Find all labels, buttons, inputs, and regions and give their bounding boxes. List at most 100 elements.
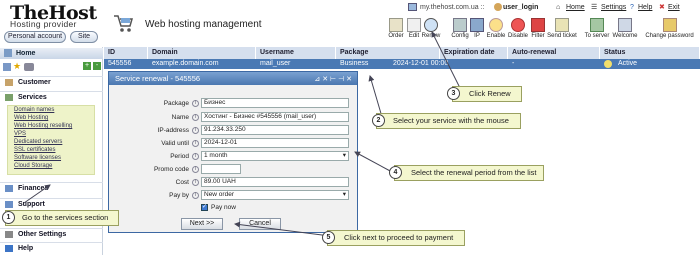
edit-icon	[407, 18, 421, 32]
step-number-2: 2	[372, 114, 385, 127]
name-label: Name	[171, 114, 189, 121]
send-ticket-button[interactable]: Send ticket	[546, 18, 578, 40]
callout-step-4: Select the renewal period from the list	[394, 165, 544, 181]
sidebar-item-finances[interactable]: Finances	[0, 182, 103, 194]
filter-button[interactable]: Filter	[530, 18, 546, 40]
ip-button[interactable]: IP	[470, 18, 484, 40]
welcome-button[interactable]: Welcome	[611, 18, 639, 40]
sidebar-item-support[interactable]: Support	[0, 198, 103, 210]
cell-username: mail_user	[256, 59, 336, 69]
column-header-id[interactable]: ID	[104, 47, 148, 59]
config-button[interactable]: Config	[450, 18, 470, 40]
renewal-dialog: Service renewal - 545556 ⊿ ✕ ⊢ ⊣ ✕ Packa…	[108, 71, 358, 233]
chevron-down-icon: ▾	[342, 152, 346, 159]
home-icon	[4, 49, 12, 57]
sidebar-item-web-hosting[interactable]: Web Hosting	[8, 114, 94, 122]
expand-icon[interactable]: +	[83, 62, 91, 70]
sidebar-item-web-hosting-reselling[interactable]: Web Hosting reselling	[8, 122, 94, 130]
renew-button[interactable]: Renew	[421, 18, 441, 40]
user-icon	[494, 3, 502, 11]
callout-step-3: Click Renew	[452, 86, 522, 102]
sidebar-item-cloud-storage[interactable]: Cloud Storage	[8, 162, 94, 170]
step-number-1: 1	[2, 211, 15, 224]
disable-icon	[511, 18, 525, 32]
enable-button[interactable]: Enable	[485, 18, 507, 40]
cell-expiration: 2024-12-01 00:00	[389, 59, 449, 69]
info-icon[interactable]: i	[192, 114, 199, 121]
welcome-icon	[618, 18, 632, 32]
support-icon	[5, 201, 13, 208]
callout-step-5: Click next to proceed to payment	[327, 230, 465, 246]
sidebar-item-dedicated-servers[interactable]: Dedicated servers	[8, 138, 94, 146]
column-header-expiration[interactable]: Expiration date	[440, 47, 508, 59]
valid-until-label: Valid until	[161, 140, 189, 147]
column-header-status[interactable]: Status	[600, 47, 700, 59]
exit-icon[interactable]: ✖	[659, 1, 665, 14]
name-field[interactable]: Хостинг - Бизнес #545556 (mail_user)	[201, 112, 349, 122]
to-server-button[interactable]: To server	[583, 18, 611, 40]
change-password-button[interactable]: Change password	[642, 18, 697, 40]
chevron-down-icon: ▾	[342, 191, 346, 198]
info-icon[interactable]: i	[192, 166, 199, 173]
info-icon[interactable]: i	[192, 179, 199, 186]
cancel-button[interactable]: Cancel	[239, 218, 281, 230]
step-number-4: 4	[389, 166, 402, 179]
cost-field[interactable]: 89.00 UAH	[201, 177, 349, 187]
config-icon	[453, 18, 467, 32]
info-icon[interactable]: i	[192, 127, 199, 134]
site-button[interactable]: Site	[70, 31, 98, 43]
disable-button[interactable]: Disable	[506, 18, 530, 40]
info-icon[interactable]: i	[192, 100, 199, 107]
package-label: Package	[163, 100, 189, 107]
sidebar-toolbar: ★ + -	[0, 61, 103, 73]
info-icon[interactable]: i	[192, 153, 199, 160]
account-user[interactable]: user_login	[503, 1, 538, 14]
pay-now-checkbox[interactable]: ✓	[201, 204, 208, 211]
sidebar-item-ssl[interactable]: SSL certificates	[8, 146, 94, 154]
column-header-domain[interactable]: Domain	[148, 47, 256, 59]
account-host: my.thehost.com.ua ::	[420, 4, 485, 11]
tagline: Hosting provider	[10, 19, 77, 29]
key-icon	[662, 18, 677, 32]
column-header-auto-renewal[interactable]: Auto-renewal	[508, 47, 600, 59]
briefcase-icon[interactable]	[24, 63, 34, 71]
sidebar-item-software-licenses[interactable]: Software licenses	[8, 154, 94, 162]
sidebar-item-vps[interactable]: VPS	[8, 130, 94, 138]
cost-label: Cost	[175, 179, 189, 186]
help-icon[interactable]: ?	[630, 1, 634, 14]
settings-icon[interactable]: ☰	[591, 1, 597, 14]
sidebar-item-help[interactable]: Help	[0, 242, 103, 254]
exit-link[interactable]: Exit	[668, 1, 680, 14]
renew-icon	[424, 18, 438, 32]
services-table: ID Domain Username Package Expiration da…	[104, 47, 700, 69]
promo-code-input[interactable]	[201, 164, 241, 174]
column-header-username[interactable]: Username	[256, 47, 336, 59]
star-icon[interactable]: ★	[13, 61, 21, 72]
info-icon[interactable]: i	[192, 140, 199, 147]
sidebar-item-services[interactable]: Services	[0, 91, 103, 103]
home-icon[interactable]: ⌂	[556, 1, 560, 14]
customer-icon	[5, 79, 13, 86]
valid-until-field[interactable]: 2024-12-01	[201, 138, 349, 148]
column-header-package[interactable]: Package	[336, 47, 440, 59]
period-select[interactable]: 1 month ▾	[201, 151, 349, 161]
help-link[interactable]: Help	[638, 1, 652, 14]
info-icon[interactable]: i	[192, 192, 199, 199]
personal-account-button[interactable]: Personal account	[4, 31, 66, 43]
sidebar-item-other-settings[interactable]: Other Settings	[0, 228, 103, 240]
order-button[interactable]: Order	[385, 18, 407, 40]
ip-address-field[interactable]: 91.234.33.250	[201, 125, 349, 135]
list-icon[interactable]	[3, 63, 11, 71]
settings-link[interactable]: Settings	[601, 1, 626, 14]
sidebar-item-domain-names[interactable]: Domain names	[8, 106, 94, 114]
package-field[interactable]: Бизнес	[201, 98, 349, 108]
sidebar-home[interactable]: Home	[0, 48, 103, 59]
pay-by-select[interactable]: New order ▾	[201, 190, 349, 200]
collapse-icon[interactable]: -	[93, 62, 101, 70]
sidebar-item-customer[interactable]: Customer	[0, 76, 103, 88]
home-link[interactable]: Home	[566, 1, 585, 14]
next-button[interactable]: Next >>	[181, 218, 223, 230]
dialog-window-controls[interactable]: ⊿ ✕ ⊢ ⊣ ✕	[314, 73, 352, 86]
cell-status: Active	[614, 59, 700, 69]
cell-domain: example.domain.com	[148, 59, 256, 69]
